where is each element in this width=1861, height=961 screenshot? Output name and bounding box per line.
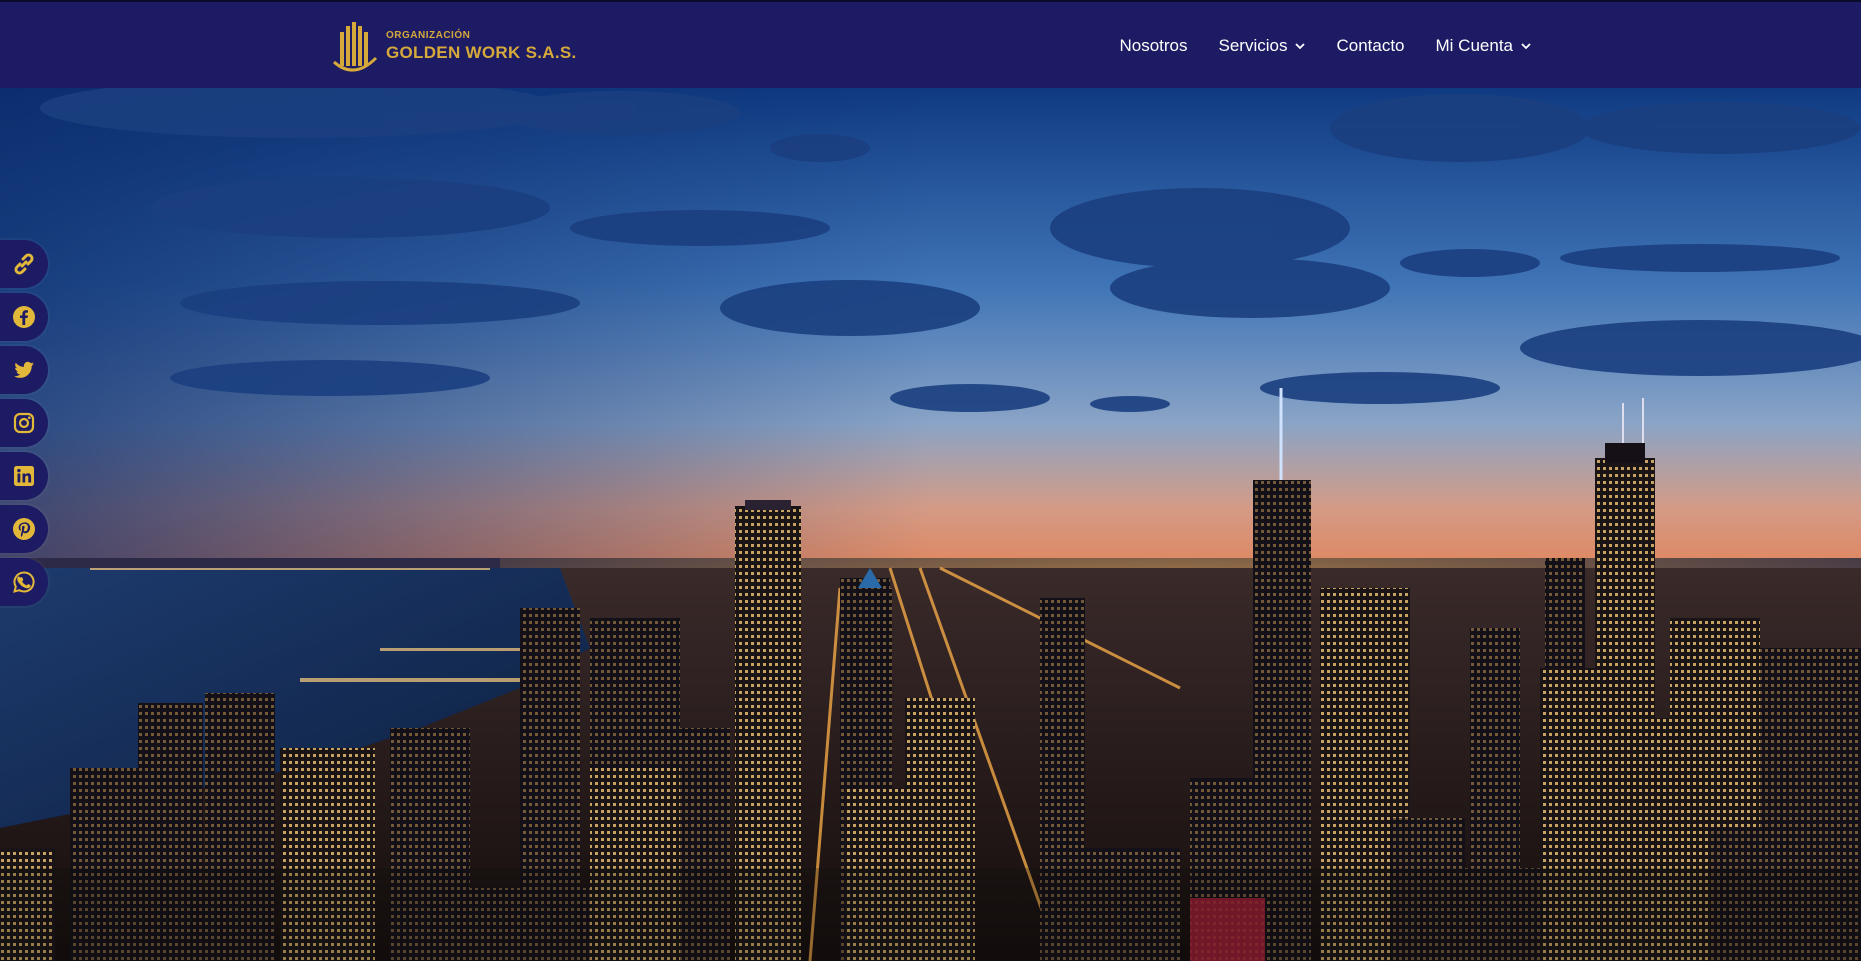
nav-nosotros[interactable]: Nosotros [1119,36,1187,56]
building-logo-icon [332,22,378,72]
share-pinterest-button[interactable] [0,505,48,553]
nav-label: Nosotros [1119,36,1188,55]
nav-label: Servicios [1218,36,1288,55]
nav-contacto[interactable]: Contacto [1336,36,1404,56]
hero-banner [0,88,1861,961]
social-share-rail [0,240,50,611]
city-skyline-image [0,88,1861,961]
whatsapp-icon [13,571,35,593]
link-icon [14,253,34,275]
chevron-down-icon [1295,43,1306,50]
nav-mi-cuenta[interactable]: Mi Cuenta [1436,36,1531,56]
nav-label: Contacto [1336,36,1405,55]
nav-servicios[interactable]: Servicios [1219,36,1306,56]
facebook-icon [13,306,35,328]
share-linkedin-button[interactable] [0,452,48,500]
share-facebook-button[interactable] [0,293,48,341]
instagram-icon [13,412,35,434]
twitter-icon [14,361,34,378]
brand-logo[interactable]: ORGANIZACIÓN GOLDEN WORK S.A.S. [330,18,577,74]
pinterest-icon [13,518,35,540]
site-header: ORGANIZACIÓN GOLDEN WORK S.A.S. Nosotros… [0,0,1861,88]
brand-text: ORGANIZACIÓN GOLDEN WORK S.A.S. [386,30,577,62]
nav-label: Mi Cuenta [1435,36,1513,55]
share-instagram-button[interactable] [0,399,48,447]
share-twitter-button[interactable] [0,346,48,394]
brand-name: GOLDEN WORK S.A.S. [386,43,577,62]
share-link-button[interactable] [0,240,48,288]
brand-small: ORGANIZACIÓN [386,30,471,41]
main-nav: Nosotros Servicios Contacto Mi Cuenta [1088,2,1531,90]
share-whatsapp-button[interactable] [0,558,48,606]
chevron-down-icon [1521,43,1531,50]
linkedin-icon [14,466,34,486]
